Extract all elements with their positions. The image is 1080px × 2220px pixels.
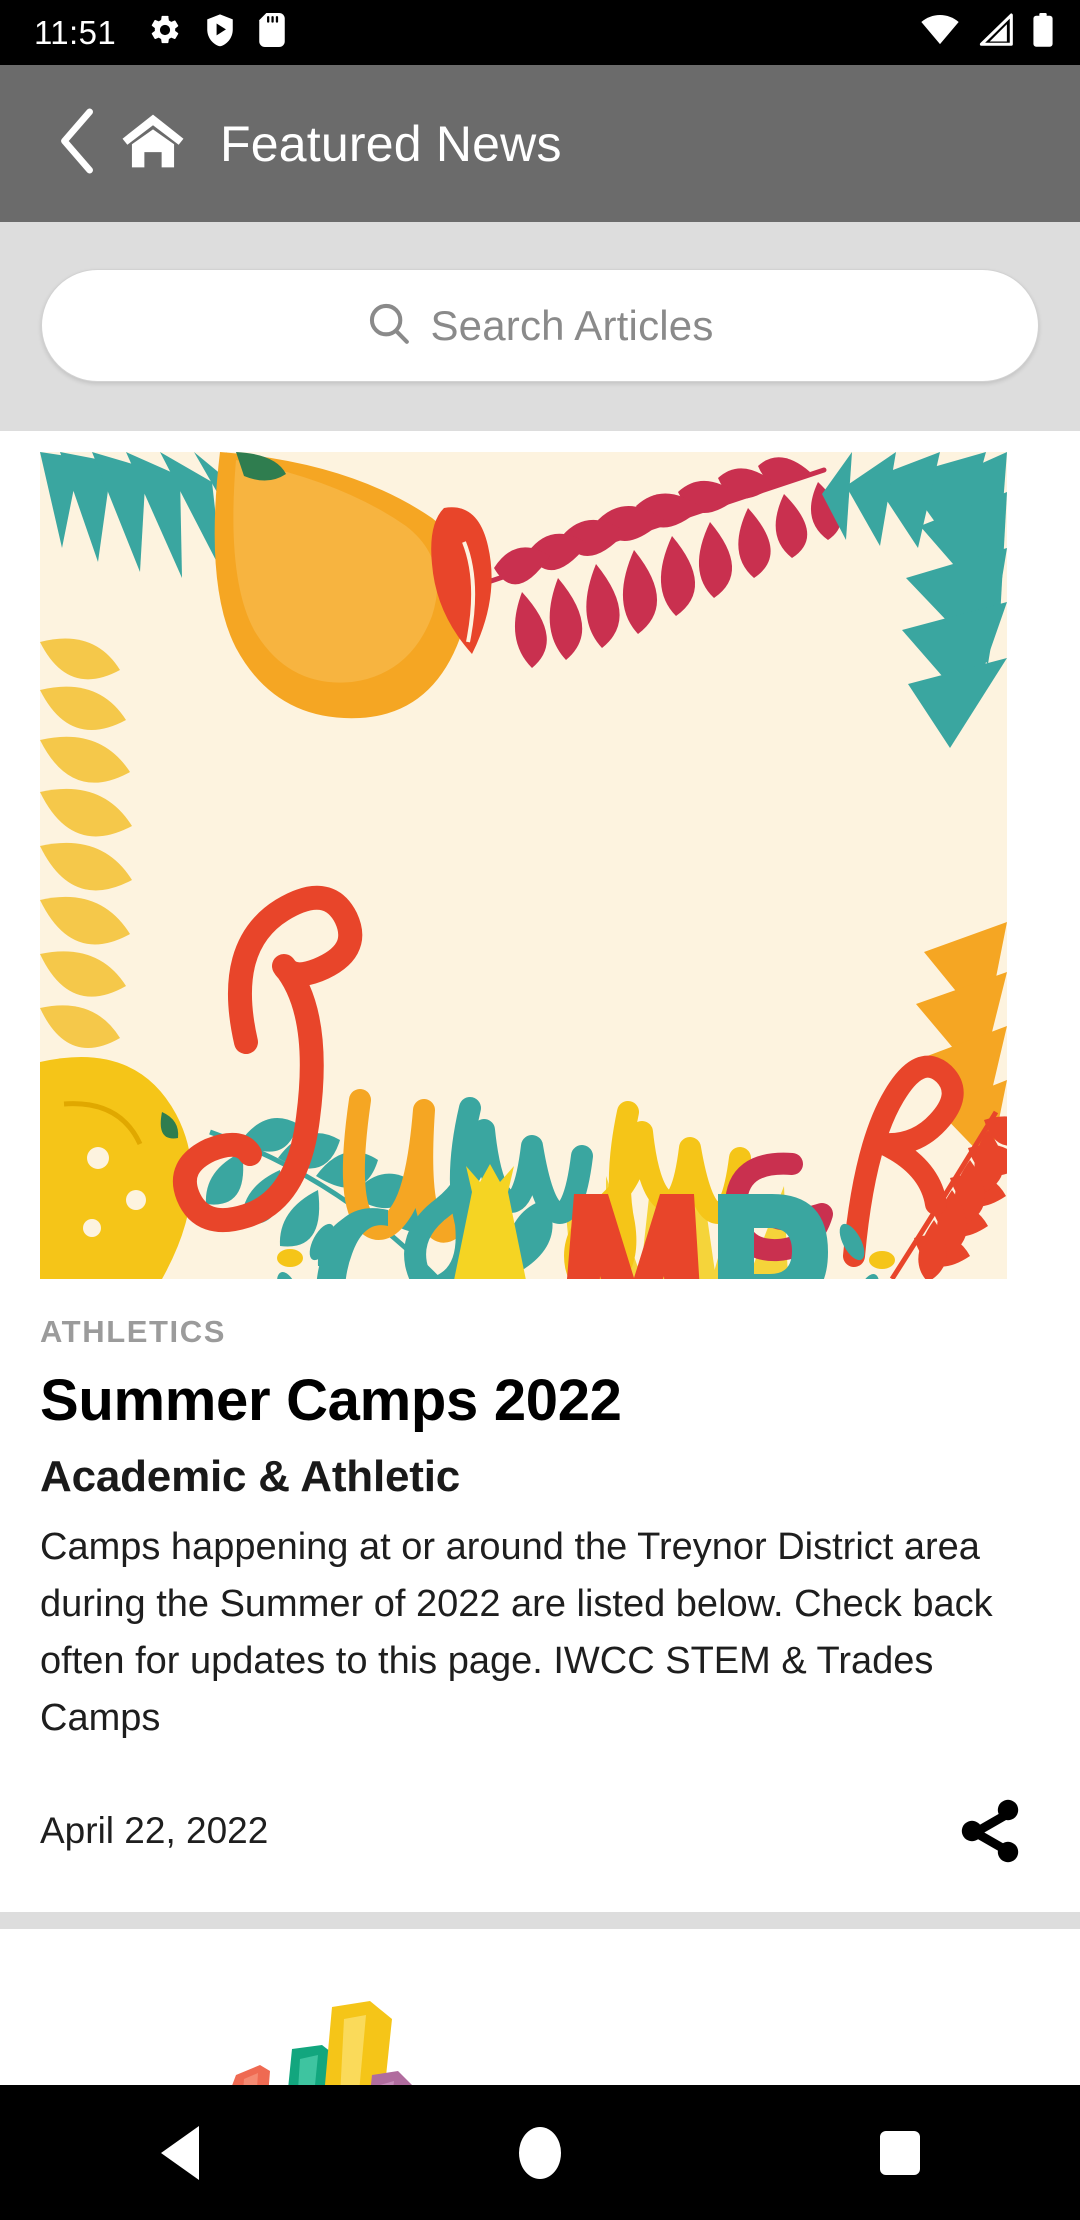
sd-card-icon <box>258 13 286 52</box>
cellular-signal-icon <box>977 13 1015 52</box>
article-feed[interactable]: ATHLETICS Summer Camps 2022 Academic & A… <box>0 431 1080 2085</box>
status-bar: 11:51 <box>0 0 1080 65</box>
search-input[interactable]: Search Articles <box>41 269 1039 382</box>
status-bar-notification-icons <box>148 13 286 52</box>
chevron-left-icon[interactable] <box>56 106 100 181</box>
share-icon[interactable] <box>950 1791 1030 1871</box>
nav-recents-button[interactable] <box>820 2085 980 2220</box>
article-image[interactable] <box>40 452 1007 1279</box>
status-bar-system-icons <box>920 13 1054 52</box>
nav-back-button[interactable] <box>100 2085 260 2220</box>
article-meta: ATHLETICS Summer Camps 2022 Academic & A… <box>0 1314 1080 1871</box>
search-band: Search Articles <box>0 222 1080 431</box>
article-card[interactable] <box>0 1929 1080 2085</box>
recents-square-icon <box>880 2130 920 2175</box>
article-summary: Camps happening at or around the Treynor… <box>40 1526 993 1740</box>
article-subtitle: Academic & Athletic <box>40 1451 461 1501</box>
search-placeholder: Search Articles <box>430 301 714 349</box>
article-category[interactable]: ATHLETICS <box>40 1314 1040 1350</box>
article-date: April 22, 2022 <box>40 1810 269 1852</box>
summer-camp-poster-graphic <box>40 452 1007 1279</box>
app-bar: Featured News <box>0 65 1080 222</box>
battery-icon <box>1032 13 1054 52</box>
back-triangle-icon <box>161 2125 199 2180</box>
article-image[interactable] <box>0 1957 660 2085</box>
gear-icon <box>148 13 182 52</box>
article-title[interactable]: Summer Camps 2022 <box>40 1369 1040 1433</box>
nav-home-button[interactable] <box>460 2085 620 2220</box>
play-protect-shield-icon <box>204 13 236 52</box>
article-card[interactable]: ATHLETICS Summer Camps 2022 Academic & A… <box>0 452 1080 1930</box>
android-nav-bar <box>0 2085 1080 2220</box>
article-divider <box>0 1912 1080 1930</box>
wifi-icon <box>920 13 960 52</box>
search-icon <box>366 300 412 351</box>
home-icon[interactable] <box>120 110 186 177</box>
page-title: Featured News <box>220 115 562 172</box>
status-bar-clock: 11:51 <box>34 14 117 51</box>
home-circle-icon <box>519 2126 561 2179</box>
article-footer: April 22, 2022 <box>40 1791 1040 1871</box>
